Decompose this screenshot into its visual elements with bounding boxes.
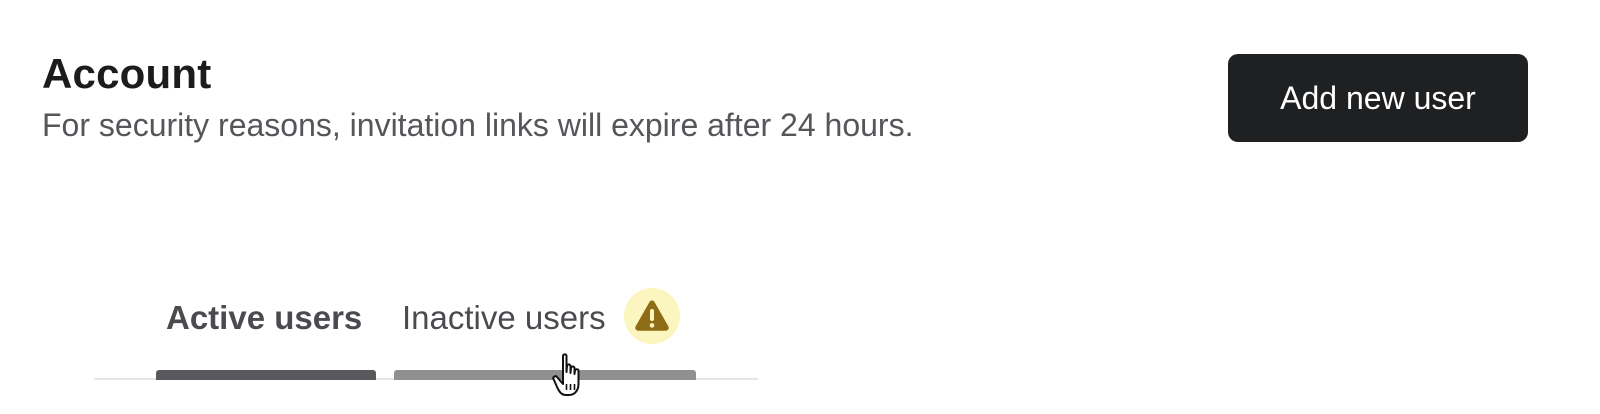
tab-active-users[interactable]: Active users [156,284,376,380]
tab-hover-indicator [394,370,696,380]
page-header: Account For security reasons, invitation… [42,46,913,146]
user-tabs: Active users Inactive users [94,284,758,384]
tab-inactive-users[interactable]: Inactive users [394,284,696,380]
warning-badge [624,288,680,344]
tab-inactive-users-label: Inactive users [402,299,606,336]
page-title: Account [42,50,212,97]
tab-active-users-label: Active users [166,299,363,336]
page-subtitle: For security reasons, invitation links w… [42,107,914,143]
warning-icon [635,300,669,331]
add-new-user-button[interactable]: Add new user [1228,54,1528,142]
account-page: Account For security reasons, invitation… [0,0,1600,414]
tab-active-indicator [156,370,376,380]
